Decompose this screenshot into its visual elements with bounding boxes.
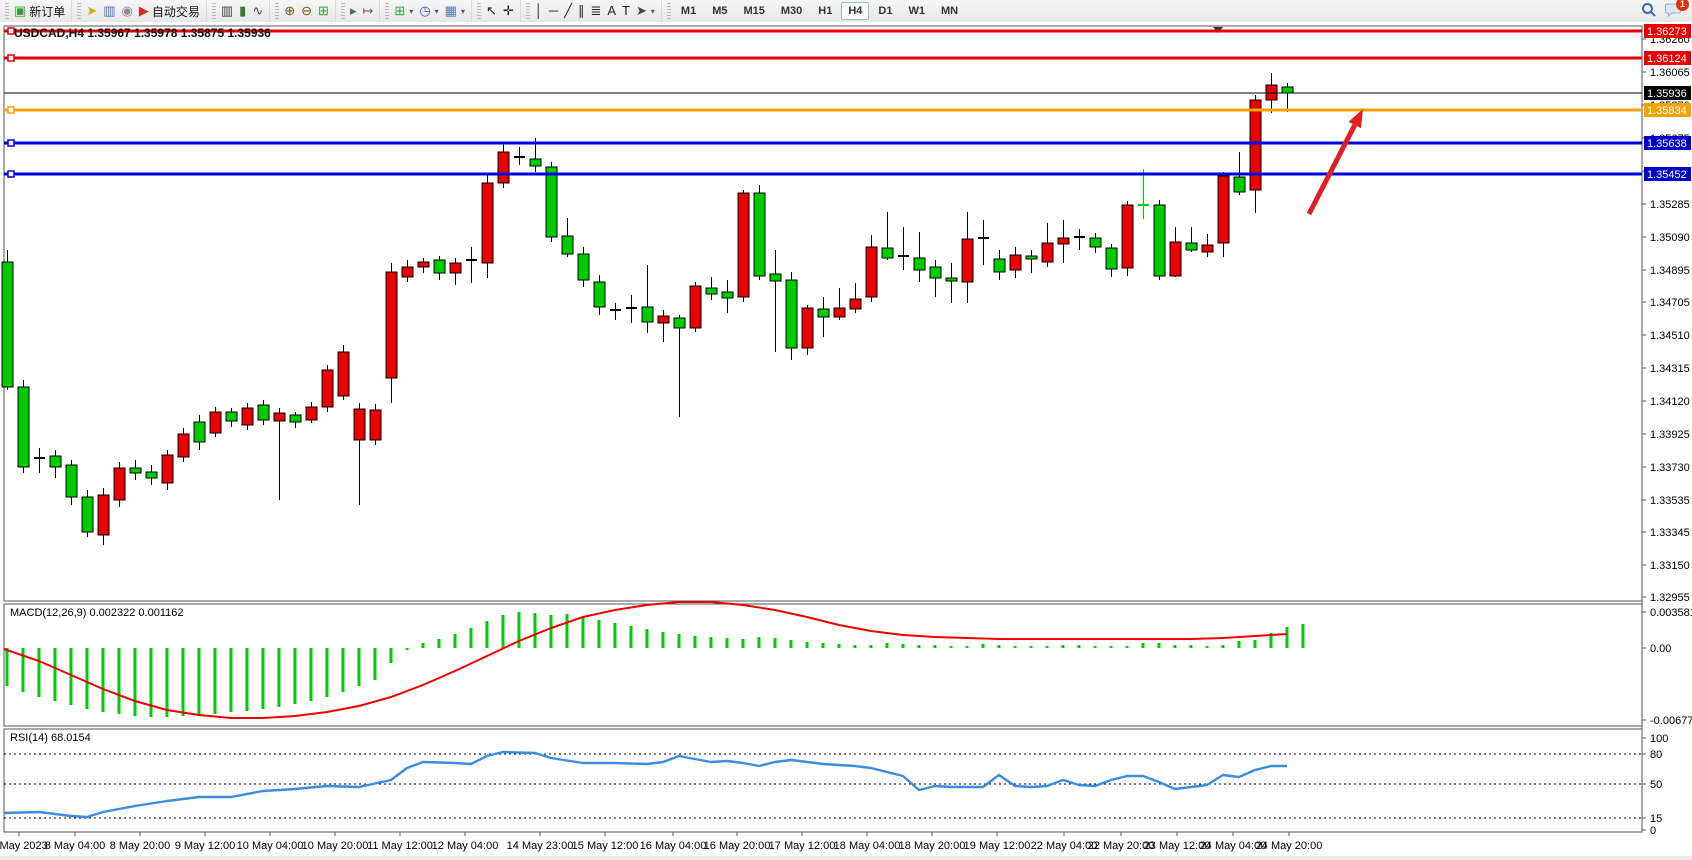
fibonacci-button[interactable]: ≣ [587, 1, 604, 21]
timeframe-m5-button[interactable]: M5 [705, 2, 734, 20]
vertical-line-button[interactable]: │ [532, 1, 546, 21]
candlestick-chart-icon-icon: ▮ [239, 1, 246, 21]
new-order-icon: ▣ [14, 1, 26, 21]
text-label-button[interactable]: T [619, 1, 633, 21]
main-chart-area[interactable] [4, 26, 1642, 601]
zoom-in-button[interactable]: ⊕ [281, 1, 298, 21]
bar-chart-icon[interactable]: ▥ [218, 1, 236, 21]
arrows-icon: ➤ [636, 1, 647, 21]
timeframe-w1-button[interactable]: W1 [901, 2, 932, 20]
auto-scroll-button[interactable]: ▸ [347, 1, 360, 21]
indicators-button[interactable]: ▦▾ [442, 1, 468, 21]
timeframe-h4-button[interactable]: H4 [841, 2, 869, 20]
text-button[interactable]: A [604, 1, 619, 21]
chart-shift-button[interactable]: ↦ [359, 1, 376, 21]
cursor-button[interactable]: ↖ [483, 1, 500, 21]
toolbar-button-label: 自动交易 [152, 3, 200, 20]
text-label-icon: T [622, 1, 630, 21]
periods-icon: ◷ [419, 1, 430, 21]
bar-chart-icon-icon: ▥ [221, 1, 233, 21]
fibonacci-icon: ≣ [590, 1, 601, 21]
crosshair-icon: ✛ [503, 1, 514, 21]
equidistant-channel-icon: ∥ [578, 1, 585, 21]
zoom-in-icon: ⊕ [284, 1, 295, 21]
rsi-panel[interactable] [4, 729, 1642, 832]
zoom-out-icon: ⊖ [301, 1, 312, 21]
new-chart-icon: ⊞ [394, 1, 405, 21]
periods-button[interactable]: ◷▾ [416, 1, 441, 21]
indicators-icon: ▦ [445, 1, 457, 21]
tile-windows-button[interactable]: ⊞ [315, 1, 332, 21]
timeframe-d1-button[interactable]: D1 [871, 2, 899, 20]
timeframe-m15-button[interactable]: M15 [736, 2, 771, 20]
line-chart-icon-icon: ∿ [252, 1, 263, 21]
search-icon[interactable] [1641, 2, 1657, 21]
terminal-button[interactable]: ▥ [100, 1, 118, 21]
dropdown-caret-icon: ▾ [409, 7, 413, 16]
macd-panel[interactable] [4, 604, 1642, 726]
dropdown-caret-icon: ▾ [461, 7, 465, 16]
quick-trade-icon: ➤ [86, 1, 97, 21]
candlestick-chart-icon[interactable]: ▮ [236, 1, 249, 21]
text-icon: A [607, 1, 616, 21]
chat-icon[interactable]: 1 [1665, 2, 1682, 21]
chart-window: USDCAD,H4 1.35967 1.35978 1.35875 1.3593… [0, 22, 1692, 856]
chart-shift-icon: ↦ [362, 1, 373, 21]
quick-trade-button[interactable]: ➤ [83, 1, 100, 21]
horizontal-line-icon: ─ [549, 1, 558, 21]
dropdown-caret-icon: ▾ [651, 7, 655, 16]
crosshair-button[interactable]: ✛ [500, 1, 517, 21]
dropdown-caret-icon: ▾ [435, 7, 439, 16]
auto-scroll-icon: ▸ [350, 1, 357, 21]
horizontal-line-button[interactable]: ─ [546, 1, 561, 21]
new-chart-button[interactable]: ⊞▾ [391, 1, 416, 21]
toolbar-button-label: 新订单 [29, 3, 65, 20]
signals-button[interactable]: ◉ [119, 1, 136, 21]
timeframe-m30-button[interactable]: M30 [774, 2, 809, 20]
line-chart-icon[interactable]: ∿ [249, 1, 266, 21]
autotrade-icon: ▶ [139, 1, 149, 21]
cursor-icon: ↖ [486, 1, 497, 21]
tile-windows-icon: ⊞ [318, 1, 329, 21]
price-axis[interactable] [1642, 26, 1692, 832]
timeframe-h1-button[interactable]: H1 [811, 2, 839, 20]
vertical-line-icon: │ [535, 1, 543, 21]
terminal-icon: ▥ [103, 1, 115, 21]
timeframe-mn-button[interactable]: MN [934, 2, 965, 20]
trendline-icon: ╱ [564, 1, 572, 21]
timeframe-m1-button[interactable]: M1 [674, 2, 703, 20]
main-toolbar: ▣新订单➤▥◉▶自动交易▥▮∿⊕⊖⊞▸↦⊞▾◷▾▦▾↖✛│─╱∥≣AT➤▾M1M… [0, 0, 1692, 23]
zoom-out-button[interactable]: ⊖ [298, 1, 315, 21]
signals-icon: ◉ [122, 1, 133, 21]
arrows-button[interactable]: ➤▾ [633, 1, 658, 21]
notification-badge: 1 [1676, 0, 1689, 11]
autotrade-button[interactable]: ▶自动交易 [136, 1, 203, 21]
new-order-button[interactable]: ▣新订单 [11, 1, 68, 21]
time-axis[interactable] [4, 833, 1642, 856]
trendline-button[interactable]: ╱ [561, 1, 575, 21]
equidistant-channel-button[interactable]: ∥ [575, 1, 588, 21]
